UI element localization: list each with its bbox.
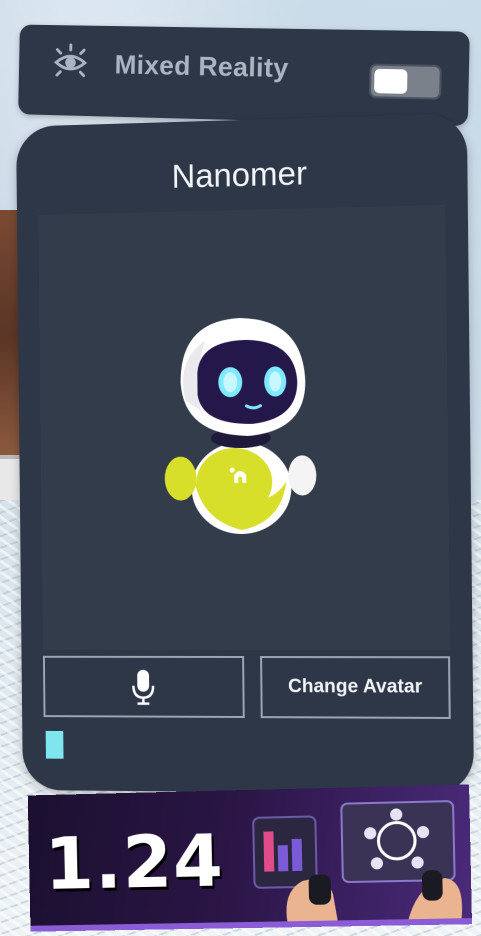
- microphone-icon: [131, 668, 155, 706]
- toggle-knob[interactable]: [374, 69, 407, 94]
- mixed-reality-bar: Mixed Reality: [18, 25, 470, 127]
- change-avatar-button[interactable]: Change Avatar: [260, 656, 451, 719]
- vr-hands-illustration: [245, 791, 472, 922]
- eye-icon: [51, 43, 90, 83]
- avatar-viewport[interactable]: [38, 205, 450, 650]
- avatar-name-title: Nanomer: [16, 150, 467, 200]
- version-banner[interactable]: 1.24: [28, 784, 472, 931]
- robot-avatar: [155, 308, 327, 540]
- version-number: 1.24: [44, 819, 225, 906]
- voice-level-meter: [46, 731, 64, 759]
- mixed-reality-toggle[interactable]: [369, 64, 442, 100]
- microphone-button[interactable]: [43, 656, 245, 718]
- avatar-panel: Nanomer Change Avatar: [16, 113, 474, 794]
- mixed-reality-label: Mixed Reality: [114, 50, 289, 84]
